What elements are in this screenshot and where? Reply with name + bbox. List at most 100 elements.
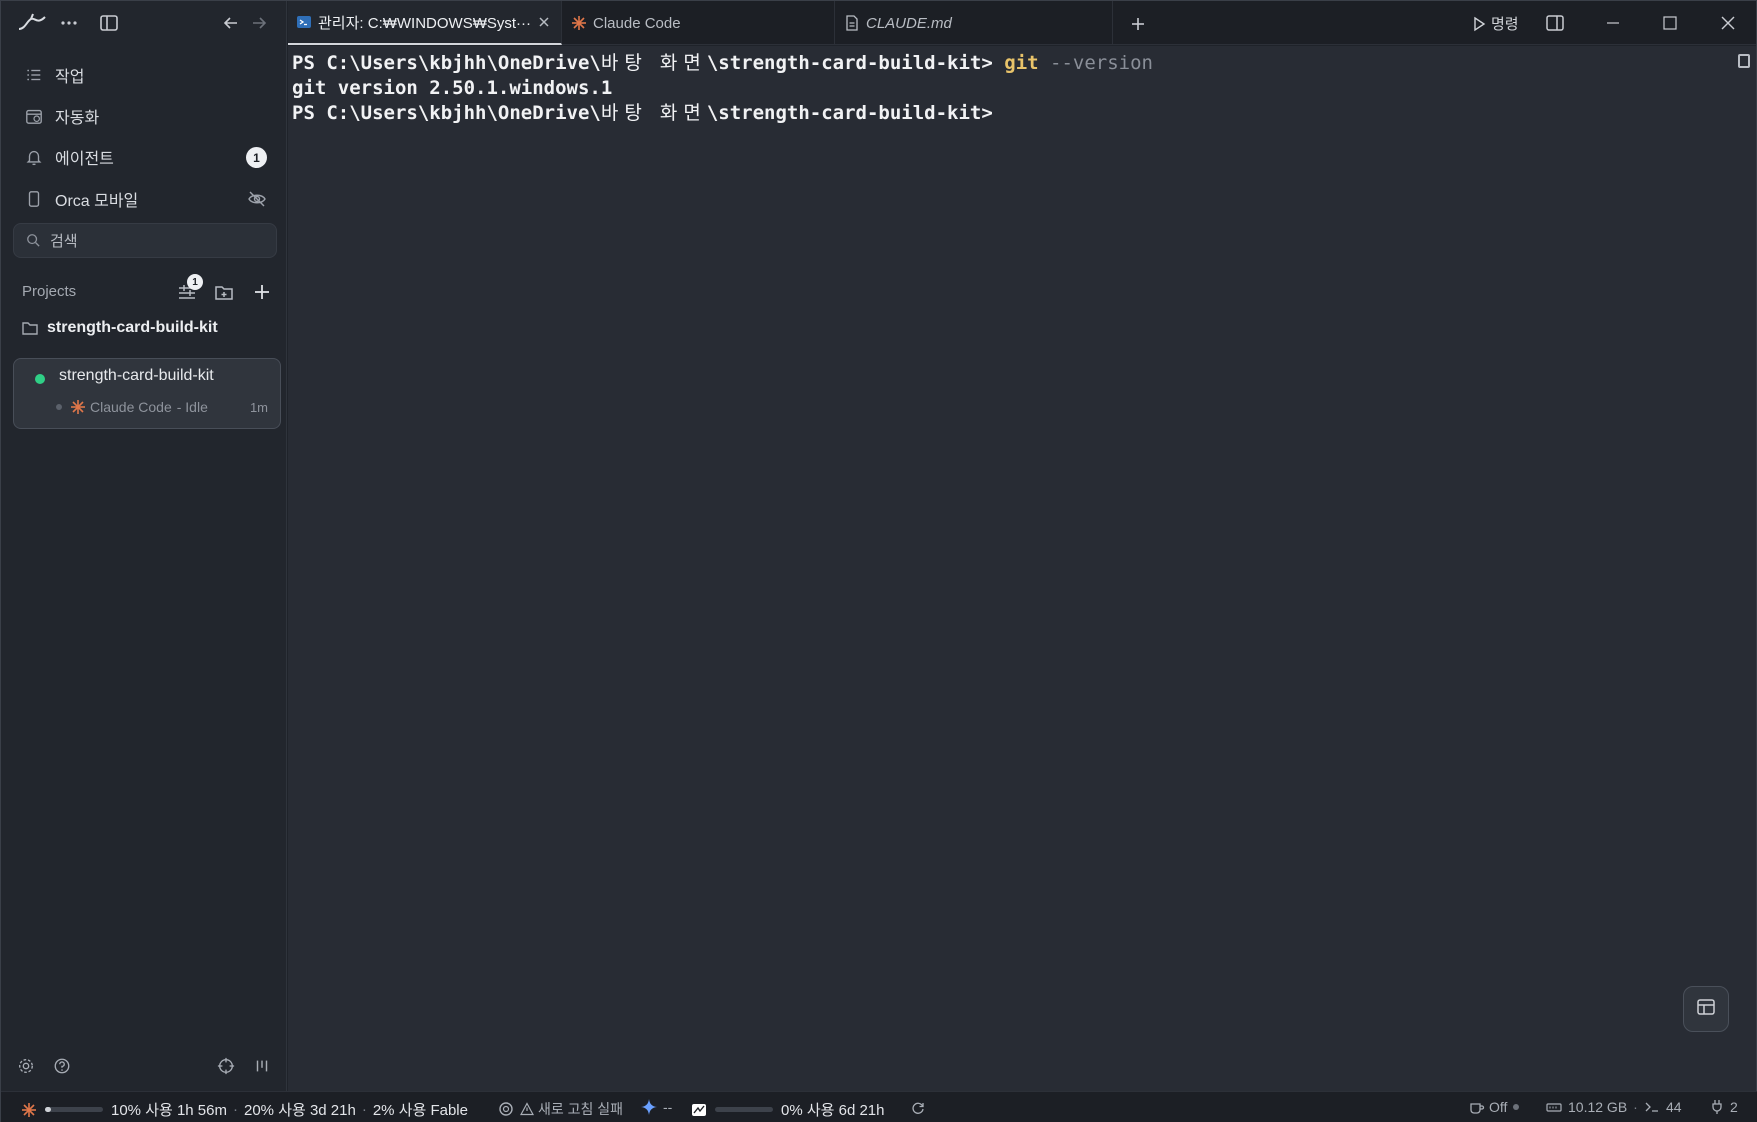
tab-claude-md[interactable]: CLAUDE.md — [836, 1, 1113, 45]
nav-agents[interactable]: 에이전트 1 — [13, 139, 277, 175]
tab-bar: 관리자: C:₩WINDOWS₩Syst··· Claude Code CLAU… — [288, 1, 1756, 45]
status-dot — [35, 374, 45, 384]
nav-orca-mobile-label: Orca 모바일 — [55, 193, 139, 210]
calendar-icon — [23, 105, 45, 127]
warning-icon — [519, 1102, 535, 1116]
project-folder-name: strength-card-build-kit — [47, 319, 218, 336]
nav-agents-label: 에이전트 — [55, 151, 114, 168]
terminal-pane[interactable]: PS C:\Users\kbjhh\OneDrive\바탕 화면\strengt… — [288, 46, 1756, 1091]
add-project-icon[interactable] — [251, 281, 273, 303]
new-tab-icon[interactable] — [1128, 14, 1148, 34]
close-tab-icon[interactable] — [537, 15, 551, 29]
status-bar: 10% 사용 1h 56m · 20% 사용 3d 21h · 2% 사용 Fa… — [1, 1091, 1757, 1122]
prompt-path-korean: 바탕 화면 — [600, 52, 707, 74]
search-icon — [26, 233, 42, 249]
claude-session-usage: 10% 사용 1h 56m — [111, 1102, 227, 1119]
scroll-indicator-icon[interactable] — [1738, 54, 1750, 68]
gemini-usage[interactable]: -- — [641, 1099, 672, 1115]
other-usage-bar — [715, 1107, 773, 1112]
toggle-sidebar-icon[interactable] — [97, 11, 121, 35]
claude-week-usage: 20% 사용 3d 21h — [244, 1102, 356, 1119]
openai-usage[interactable]: 새로 고침 실패 — [498, 1099, 623, 1119]
search-input[interactable]: 검색 — [13, 223, 277, 258]
refresh-icon[interactable] — [911, 1101, 925, 1115]
openai-icon — [498, 1101, 514, 1117]
more-icon[interactable] — [57, 11, 81, 35]
project-folder[interactable]: strength-card-build-kit — [21, 319, 218, 337]
layout-panel-button[interactable] — [1683, 986, 1729, 1032]
phone-icon — [23, 188, 45, 210]
layout-icon — [1696, 997, 1716, 1022]
help-icon[interactable] — [53, 1057, 73, 1077]
claude-usage[interactable]: 10% 사용 1h 56m · 20% 사용 3d 21h · 2% 사용 Fa… — [21, 1099, 468, 1120]
forward-arrow-icon[interactable] — [247, 11, 271, 35]
worktree-time: 1m — [249, 400, 268, 415]
columns-icon[interactable] — [253, 1057, 273, 1077]
maximize-icon[interactable] — [1660, 13, 1680, 33]
prompt-path-rest: \strength-card-build-kit> — [706, 102, 993, 124]
claude-fable-usage: 2% 사용 Fable — [372, 1102, 468, 1119]
bell-icon — [23, 146, 45, 168]
terminal-count[interactable]: 44 — [1644, 1099, 1682, 1115]
app-window: 작업 자동화 에이전트 1 Orca 모바일 검색 Projects 1 str… — [0, 0, 1757, 1122]
nav-tasks-label: 작업 — [55, 69, 85, 86]
split-pane-icon[interactable] — [1545, 13, 1565, 33]
memory-usage[interactable]: 10.12 GB · — [1546, 1099, 1644, 1115]
claude-usage-bar — [45, 1107, 103, 1112]
nav-tasks[interactable]: 작업 — [13, 57, 277, 93]
worktree-card[interactable]: strength-card-build-kit Claude Code - Id… — [13, 358, 281, 429]
terminal-icon — [1644, 1099, 1660, 1115]
port-count[interactable]: 2 — [1710, 1099, 1738, 1115]
gemini-icon — [641, 1099, 657, 1115]
minimize-icon[interactable] — [1603, 13, 1623, 33]
agents-count-badge: 1 — [246, 147, 267, 168]
caffeine-status: Off — [1489, 1099, 1508, 1115]
prompt-path-rest: \strength-card-build-kit> — [706, 52, 1005, 74]
nav-orca-mobile[interactable]: Orca 모바일 — [13, 181, 277, 217]
command-text: git — [1004, 52, 1039, 74]
openai-status: 새로 고침 실패 — [538, 1101, 624, 1117]
port-count-value: 2 — [1730, 1099, 1738, 1115]
claude-icon — [70, 399, 86, 415]
prompt-path-korean: 바탕 화면 — [600, 102, 707, 124]
caffeine-toggle[interactable]: Off — [1469, 1099, 1520, 1115]
caffeine-dot — [1513, 1104, 1520, 1110]
plug-icon — [1710, 1099, 1724, 1115]
agent-status: - Idle — [176, 399, 208, 415]
prompt-path: PS C:\Users\kbjhh\OneDrive\ — [292, 102, 601, 124]
tab-terminal-label: 관리자: C:₩WINDOWS₩Syst··· — [318, 14, 532, 32]
tab-claude-md-label: CLAUDE.md — [866, 14, 952, 32]
command-label: 명령 — [1491, 16, 1519, 33]
play-icon — [1471, 16, 1487, 32]
orca-logo-icon — [17, 11, 47, 35]
nav-automation[interactable]: 자동화 — [13, 98, 277, 134]
mail-icon — [691, 1102, 707, 1118]
powershell-icon — [296, 14, 312, 30]
terminal-count-value: 44 — [1666, 1099, 1682, 1115]
tab-claude-code[interactable]: Claude Code — [563, 1, 835, 45]
command-button[interactable]: 명령 — [1471, 13, 1519, 34]
coffee-icon — [1469, 1099, 1485, 1115]
sidebar-toolbar — [1, 1, 287, 45]
terminal-output-line: git version 2.50.1.windows.1 — [292, 77, 613, 99]
claude-icon — [21, 1102, 37, 1118]
target-icon[interactable] — [217, 1057, 237, 1077]
other-usage[interactable]: 0% 사용 6d 21h — [691, 1099, 885, 1120]
settings-gear-icon[interactable] — [17, 1057, 37, 1077]
search-placeholder: 검색 — [50, 233, 78, 250]
agent-status-dot — [56, 404, 62, 410]
tab-terminal[interactable]: 관리자: C:₩WINDOWS₩Syst··· — [288, 1, 562, 45]
close-window-icon[interactable] — [1718, 13, 1738, 33]
eye-off-icon[interactable] — [247, 189, 267, 209]
memory-icon — [1546, 1099, 1562, 1115]
add-folder-icon[interactable] — [213, 281, 235, 303]
worktree-name: strength-card-build-kit — [59, 367, 214, 384]
back-arrow-icon[interactable] — [219, 11, 243, 35]
tab-claude-code-label: Claude Code — [593, 14, 681, 32]
folder-icon — [21, 319, 39, 337]
worktree-agent-row: Claude Code - Idle — [56, 399, 208, 415]
gemini-status: -- — [663, 1099, 673, 1115]
sidebar: 작업 자동화 에이전트 1 Orca 모바일 검색 Projects 1 str… — [1, 1, 287, 1091]
file-icon — [844, 15, 860, 31]
list-icon — [23, 64, 45, 86]
